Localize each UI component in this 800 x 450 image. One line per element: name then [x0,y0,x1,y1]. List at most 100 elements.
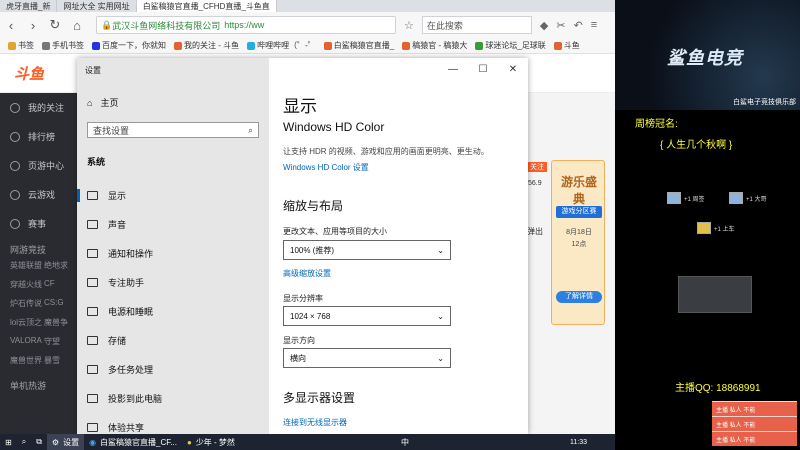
taskbar-browser[interactable]: ◉ 白鲨稿猿官直播_CF... [84,434,182,450]
bookmark-item[interactable]: 白鲨稿猿官直播_ [323,40,394,51]
gift-label: +1 周签 [684,196,705,203]
bookmark-item[interactable]: 我的关注 - 斗鱼 [174,40,239,51]
game-icon[interactable]: ◆ [540,19,548,32]
minimize-icon[interactable]: — [438,58,468,80]
resolution-dropdown[interactable]: 1024 × 768 ⌄ [283,306,451,326]
gift-icon [667,192,681,204]
taskview-button[interactable]: ⧉ [31,434,47,450]
address-url: https://ww [224,20,265,30]
browser-tab-urls[interactable]: 网址大全 实用网址 [57,0,137,12]
settings-item-power[interactable]: 电源和睡眠 [77,297,269,326]
star-icon[interactable]: ☆ [404,19,414,32]
settings-search-input[interactable]: 查找设置 ⌕ [87,122,259,138]
ad-title: 游乐盛典 [560,175,597,206]
gift-icon [697,222,711,234]
browser-tab-douyu[interactable]: 白鲨稿猿官直播_CFHD直播_斗鱼直 [136,0,277,12]
follow-button[interactable]: 关注 [527,162,547,172]
taskview-icon: ⧉ [36,437,42,446]
resolution-label: 显示分辨率 [283,294,323,303]
bookmark-item[interactable]: 书签 [8,40,34,51]
settings-item-multitask[interactable]: 多任务处理 [77,355,269,384]
ad-section-button[interactable]: 游戏分区赛 [556,206,602,218]
window-controls: — ☐ ✕ [438,58,528,80]
sidebar-item-match[interactable]: 赛事 [0,209,78,238]
sidebar-item-rank[interactable]: 排行榜 [0,122,78,151]
ime-indicator[interactable]: 中 [396,434,414,450]
tab-strip: 虎牙直播_新 网址大全 实用网址 白鲨稿猿官直播_CFHD直播_斗鱼直 [0,0,615,12]
settings-item-project[interactable]: 投影到此电脑 [77,384,269,413]
search-placeholder: 查找设置 [93,125,130,136]
settings-item-sound[interactable]: 声音 [77,210,269,239]
music-icon: ● [186,437,192,447]
back-button[interactable]: ‹ [0,14,22,36]
settings-item-notifications[interactable]: 通知和操作 [77,239,269,268]
bookmark-item[interactable]: 哔哩哔哩（゜-゜ [247,40,316,51]
game-link[interactable]: 英雄联盟 [10,260,44,271]
bookmark-item[interactable]: 稿猿官 - 稿猿大 [402,40,467,51]
search-taskbar-button[interactable]: ⌕ [17,434,31,450]
address-site-name: 武汉斗鱼网络科技有限公司 [112,20,221,31]
hd-color-settings-link[interactable]: Windows HD Color 设置 [283,162,369,173]
sound-icon [87,220,98,229]
cut-icon[interactable]: ✂ [556,19,565,32]
bookmark-item[interactable]: 手机书签 [42,40,84,51]
close-icon[interactable]: ✕ [498,58,528,80]
event-ad-card[interactable]: 游乐盛典 游戏分区赛 8月18日 12点 了解详情 [551,160,605,325]
game-link[interactable]: 魔兽世界 [10,355,44,366]
percent-label: 56.9 [528,180,542,187]
game-link[interactable]: 魔兽争 [44,317,78,328]
address-bar[interactable]: 🔒 武汉斗鱼网络科技有限公司 https://ww [96,16,396,34]
settings-home-link[interactable]: ⌂ 主页 [87,96,118,109]
settings-category-label: 系统 [87,157,106,167]
sidebar-item-follow[interactable]: 我的关注 [0,93,78,122]
menu-item-label: 通知和操作 [108,249,154,259]
start-button[interactable]: ⊞ [0,434,17,450]
sidebar-item-cloudgame[interactable]: 云游戏 [0,180,78,209]
taskbar-settings[interactable]: ⚙ 设置 [46,434,85,450]
browser-tab-huya[interactable]: 虎牙直播_新 [0,0,58,12]
gift-item: +1 大哥 [729,192,767,204]
settings-item-display[interactable]: 显示 [77,181,269,210]
bookmark-item[interactable]: 球迷论坛_足球联 [475,40,546,51]
game-link[interactable]: 暴雪 [44,355,78,366]
phone-icon [42,41,50,50]
douyu-logo[interactable]: 斗鱼 [14,63,44,84]
bookmark-item[interactable]: 百度一下，你就知 [92,40,166,51]
bookmark-item[interactable]: 斗鱼 [553,40,580,51]
game-link[interactable]: 炉石传说 [10,298,44,309]
game-link[interactable]: 穿越火线 [10,279,44,290]
game-link[interactable]: 守望 [44,336,78,347]
taskbar-clock[interactable]: 11:33 [570,439,615,446]
multitask-icon [87,365,98,374]
game-link[interactable]: CS:G [44,298,78,309]
ad-details-button[interactable]: 了解详情 [556,291,602,303]
browser-search-input[interactable]: 在此搜索 [421,16,532,34]
forward-button[interactable]: › [22,14,44,36]
gift-item: +1 周签 [667,192,705,204]
bookmark-label: 手机书签 [52,41,84,50]
gift-icon [729,192,743,204]
advanced-scaling-link[interactable]: 高级缩放设置 [283,268,331,279]
home-button[interactable]: ⌂ [66,14,88,36]
refresh-button[interactable]: ↻ [44,14,66,36]
gift-label: +1 大哥 [746,196,767,203]
maximize-icon[interactable]: ☐ [468,58,498,80]
taskbar-music[interactable]: ● 少年 - 梦然 [182,434,240,450]
popout-button[interactable]: 弹出 [527,226,543,237]
game-link[interactable]: lol云顶之 [10,317,44,328]
heart-icon [10,102,20,113]
settings-item-storage[interactable]: 存储 [77,326,269,355]
trophy-icon [10,131,20,142]
sidebar-item-webgames[interactable]: 页游中心 [0,151,78,180]
undo-icon[interactable]: ↶ [574,19,583,32]
game-link[interactable]: VALORA [10,336,44,347]
orientation-dropdown[interactable]: 横向 ⌄ [283,348,451,368]
menu-icon[interactable]: ≡ [591,19,597,31]
search-icon: ⌕ [21,437,27,446]
scale-dropdown[interactable]: 100% (推荐) ⌄ [283,240,451,260]
wireless-display-link[interactable]: 连接到无线显示器 [283,417,347,428]
game-link[interactable]: 绝地求 [44,260,78,271]
game-link[interactable]: CF [44,279,78,290]
match-icon [10,218,20,229]
settings-item-focus[interactable]: 专注助手 [77,268,269,297]
